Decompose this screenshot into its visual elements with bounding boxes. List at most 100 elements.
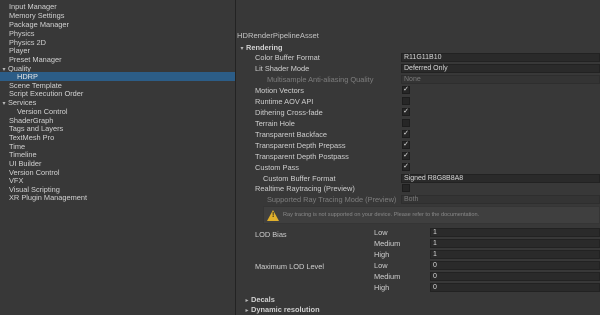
- field-label: Color Buffer Format: [255, 53, 320, 62]
- custom-buffer-format-row: Custom Buffer Format Signed R8G8B8A8: [237, 174, 600, 183]
- decals-section-header[interactable]: ▸ Decals: [243, 295, 275, 304]
- max-lod-medium-row: Medium 0: [237, 272, 600, 281]
- sidebar-item-xr-plugin-management[interactable]: XR Plugin Management: [0, 193, 235, 202]
- custom-pass-row: Custom Pass ✓: [237, 163, 600, 172]
- sidebar-item-label: TextMesh Pro: [9, 133, 55, 142]
- level-label: High: [374, 250, 390, 259]
- sidebar-item-services[interactable]: ▾ Services: [0, 98, 235, 107]
- sidebar-item-label: XR Plugin Management: [9, 193, 88, 202]
- dithering-cross-fade-row: Dithering Cross-fade ✓: [237, 108, 600, 117]
- level-label: Medium: [374, 272, 401, 281]
- max-lod-low-input[interactable]: 0: [430, 261, 600, 270]
- dithering-cross-fade-checkbox[interactable]: ✓: [402, 108, 410, 116]
- field-label: Dithering Cross-fade: [255, 108, 323, 117]
- transparent-depth-prepass-row: Transparent Depth Prepass ✓: [237, 141, 600, 150]
- max-lod-high-row: High 0: [237, 283, 600, 292]
- sidebar-item-memory-settings[interactable]: Memory Settings: [0, 11, 235, 20]
- expand-arrow-icon[interactable]: ▸: [243, 307, 251, 315]
- raytracing-warning-box: ! Ray tracing is not supported on your d…: [263, 206, 600, 224]
- sidebar-item-label: HDRP: [17, 72, 38, 81]
- sidebar-item-hdrp[interactable]: HDRP: [0, 72, 235, 81]
- motion-vectors-row: Motion Vectors ✓: [237, 86, 600, 95]
- sidebar-item-player[interactable]: Player: [0, 46, 235, 55]
- transparent-backface-row: Transparent Backface ✓: [237, 130, 600, 139]
- level-label: Low: [374, 228, 388, 237]
- max-lod-low-row: Low 0: [237, 261, 600, 270]
- sidebar-item-textmesh-pro[interactable]: TextMesh Pro: [0, 133, 235, 142]
- runtime-aov-api-row: Runtime AOV API: [237, 97, 600, 106]
- field-label: Supported Ray Tracing Mode (Preview): [267, 195, 397, 204]
- field-label: Realtime Raytracing (Preview): [255, 184, 355, 193]
- field-label: Motion Vectors: [255, 86, 304, 95]
- realtime-raytracing-checkbox[interactable]: [402, 184, 410, 192]
- lod-bias-high-input[interactable]: 1: [430, 250, 600, 259]
- settings-sidebar: Input Manager Memory Settings Package Ma…: [0, 0, 236, 315]
- warning-icon: !: [267, 210, 279, 221]
- section-title: Dynamic resolution: [251, 305, 320, 314]
- lit-shader-mode-row: Lit Shader Mode Deferred Only: [237, 64, 600, 73]
- dynamic-resolution-section-header[interactable]: ▸ Dynamic resolution: [243, 305, 320, 315]
- sidebar-item-label: UI Builder: [9, 159, 42, 168]
- sidebar-item-label: VFX: [9, 176, 24, 185]
- field-label: Multisample Anti-aliasing Quality: [267, 75, 374, 84]
- sidebar-item-physics[interactable]: Physics: [0, 29, 235, 38]
- level-label: High: [374, 283, 390, 292]
- sidebar-item-label: Input Manager: [9, 2, 57, 11]
- max-lod-medium-input[interactable]: 0: [430, 272, 600, 281]
- terrain-hole-checkbox[interactable]: [402, 119, 410, 127]
- level-label: Low: [374, 261, 388, 270]
- supported-ray-tracing-mode-row: Supported Ray Tracing Mode (Preview) Bot…: [237, 195, 600, 204]
- lod-bias-medium-row: Medium 1: [237, 239, 600, 248]
- color-buffer-format-dropdown[interactable]: R11G11B10: [401, 53, 600, 62]
- lod-bias-low-input[interactable]: 1: [430, 228, 600, 237]
- realtime-raytracing-row: Realtime Raytracing (Preview): [237, 184, 600, 193]
- sidebar-item-ui-builder[interactable]: UI Builder: [0, 159, 235, 168]
- max-lod-high-input[interactable]: 0: [430, 283, 600, 292]
- section-title: Rendering: [246, 43, 283, 52]
- sidebar-item-preset-manager[interactable]: Preset Manager: [0, 55, 235, 64]
- field-label: Custom Buffer Format: [263, 174, 336, 183]
- motion-vectors-checkbox[interactable]: ✓: [402, 86, 410, 94]
- lit-shader-mode-dropdown[interactable]: Deferred Only: [401, 64, 600, 73]
- warning-text: Ray tracing is not supported on your dev…: [283, 212, 480, 218]
- msaa-quality-row: Multisample Anti-aliasing Quality None: [237, 75, 600, 84]
- field-label: Terrain Hole: [255, 119, 295, 128]
- sidebar-item-label: Physics: [9, 29, 35, 38]
- sidebar-item-input-manager[interactable]: Input Manager: [0, 2, 235, 11]
- sidebar-item-label: Package Manager: [9, 20, 69, 29]
- sidebar-item-vfx[interactable]: VFX: [0, 176, 235, 185]
- sidebar-item-label: Version Control: [17, 107, 68, 116]
- transparent-depth-prepass-checkbox[interactable]: ✓: [402, 141, 410, 149]
- sidebar-item-tags-and-layers[interactable]: Tags and Layers: [0, 124, 235, 133]
- field-label: Transparent Depth Postpass: [255, 152, 349, 161]
- sidebar-item-label: Timeline: [9, 150, 37, 159]
- sidebar-item-package-manager[interactable]: Package Manager: [0, 20, 235, 29]
- level-label: Medium: [374, 239, 401, 248]
- lod-bias-low-row: Low 1: [237, 228, 600, 237]
- section-title: Decals: [251, 295, 275, 304]
- asset-title: HDRenderPipelineAsset: [237, 31, 319, 40]
- custom-buffer-format-dropdown[interactable]: Signed R8G8B8A8: [401, 174, 600, 183]
- sidebar-item-label: Tags and Layers: [9, 124, 64, 133]
- transparent-backface-checkbox[interactable]: ✓: [402, 130, 410, 138]
- sidebar-item-label: Preset Manager: [9, 55, 62, 64]
- color-buffer-format-row: Color Buffer Format R11G11B10: [237, 53, 600, 62]
- lod-bias-medium-input[interactable]: 1: [430, 239, 600, 248]
- sidebar-item-script-execution-order[interactable]: Script Execution Order: [0, 89, 235, 98]
- msaa-quality-dropdown: None: [401, 75, 600, 84]
- field-label: Transparent Backface: [255, 130, 328, 139]
- terrain-hole-row: Terrain Hole: [237, 119, 600, 128]
- custom-pass-checkbox[interactable]: ✓: [402, 163, 410, 171]
- settings-main-panel: HDRenderPipelineAsset ▾ Rendering Color B…: [237, 0, 600, 315]
- rendering-section-header[interactable]: ▾ Rendering: [238, 43, 283, 52]
- runtime-aov-api-checkbox[interactable]: [402, 97, 410, 105]
- sidebar-item-label: Services: [8, 98, 37, 107]
- sidebar-item-timeline[interactable]: Timeline: [0, 150, 235, 159]
- field-label: Lit Shader Mode: [255, 64, 310, 73]
- lod-bias-high-row: High 1: [237, 250, 600, 259]
- sidebar-item-services-version-control[interactable]: Version Control: [0, 107, 235, 116]
- sidebar-item-label: Memory Settings: [9, 11, 65, 20]
- transparent-depth-postpass-row: Transparent Depth Postpass ✓: [237, 152, 600, 161]
- sidebar-item-label: Player: [9, 46, 30, 55]
- transparent-depth-postpass-checkbox[interactable]: ✓: [402, 152, 410, 160]
